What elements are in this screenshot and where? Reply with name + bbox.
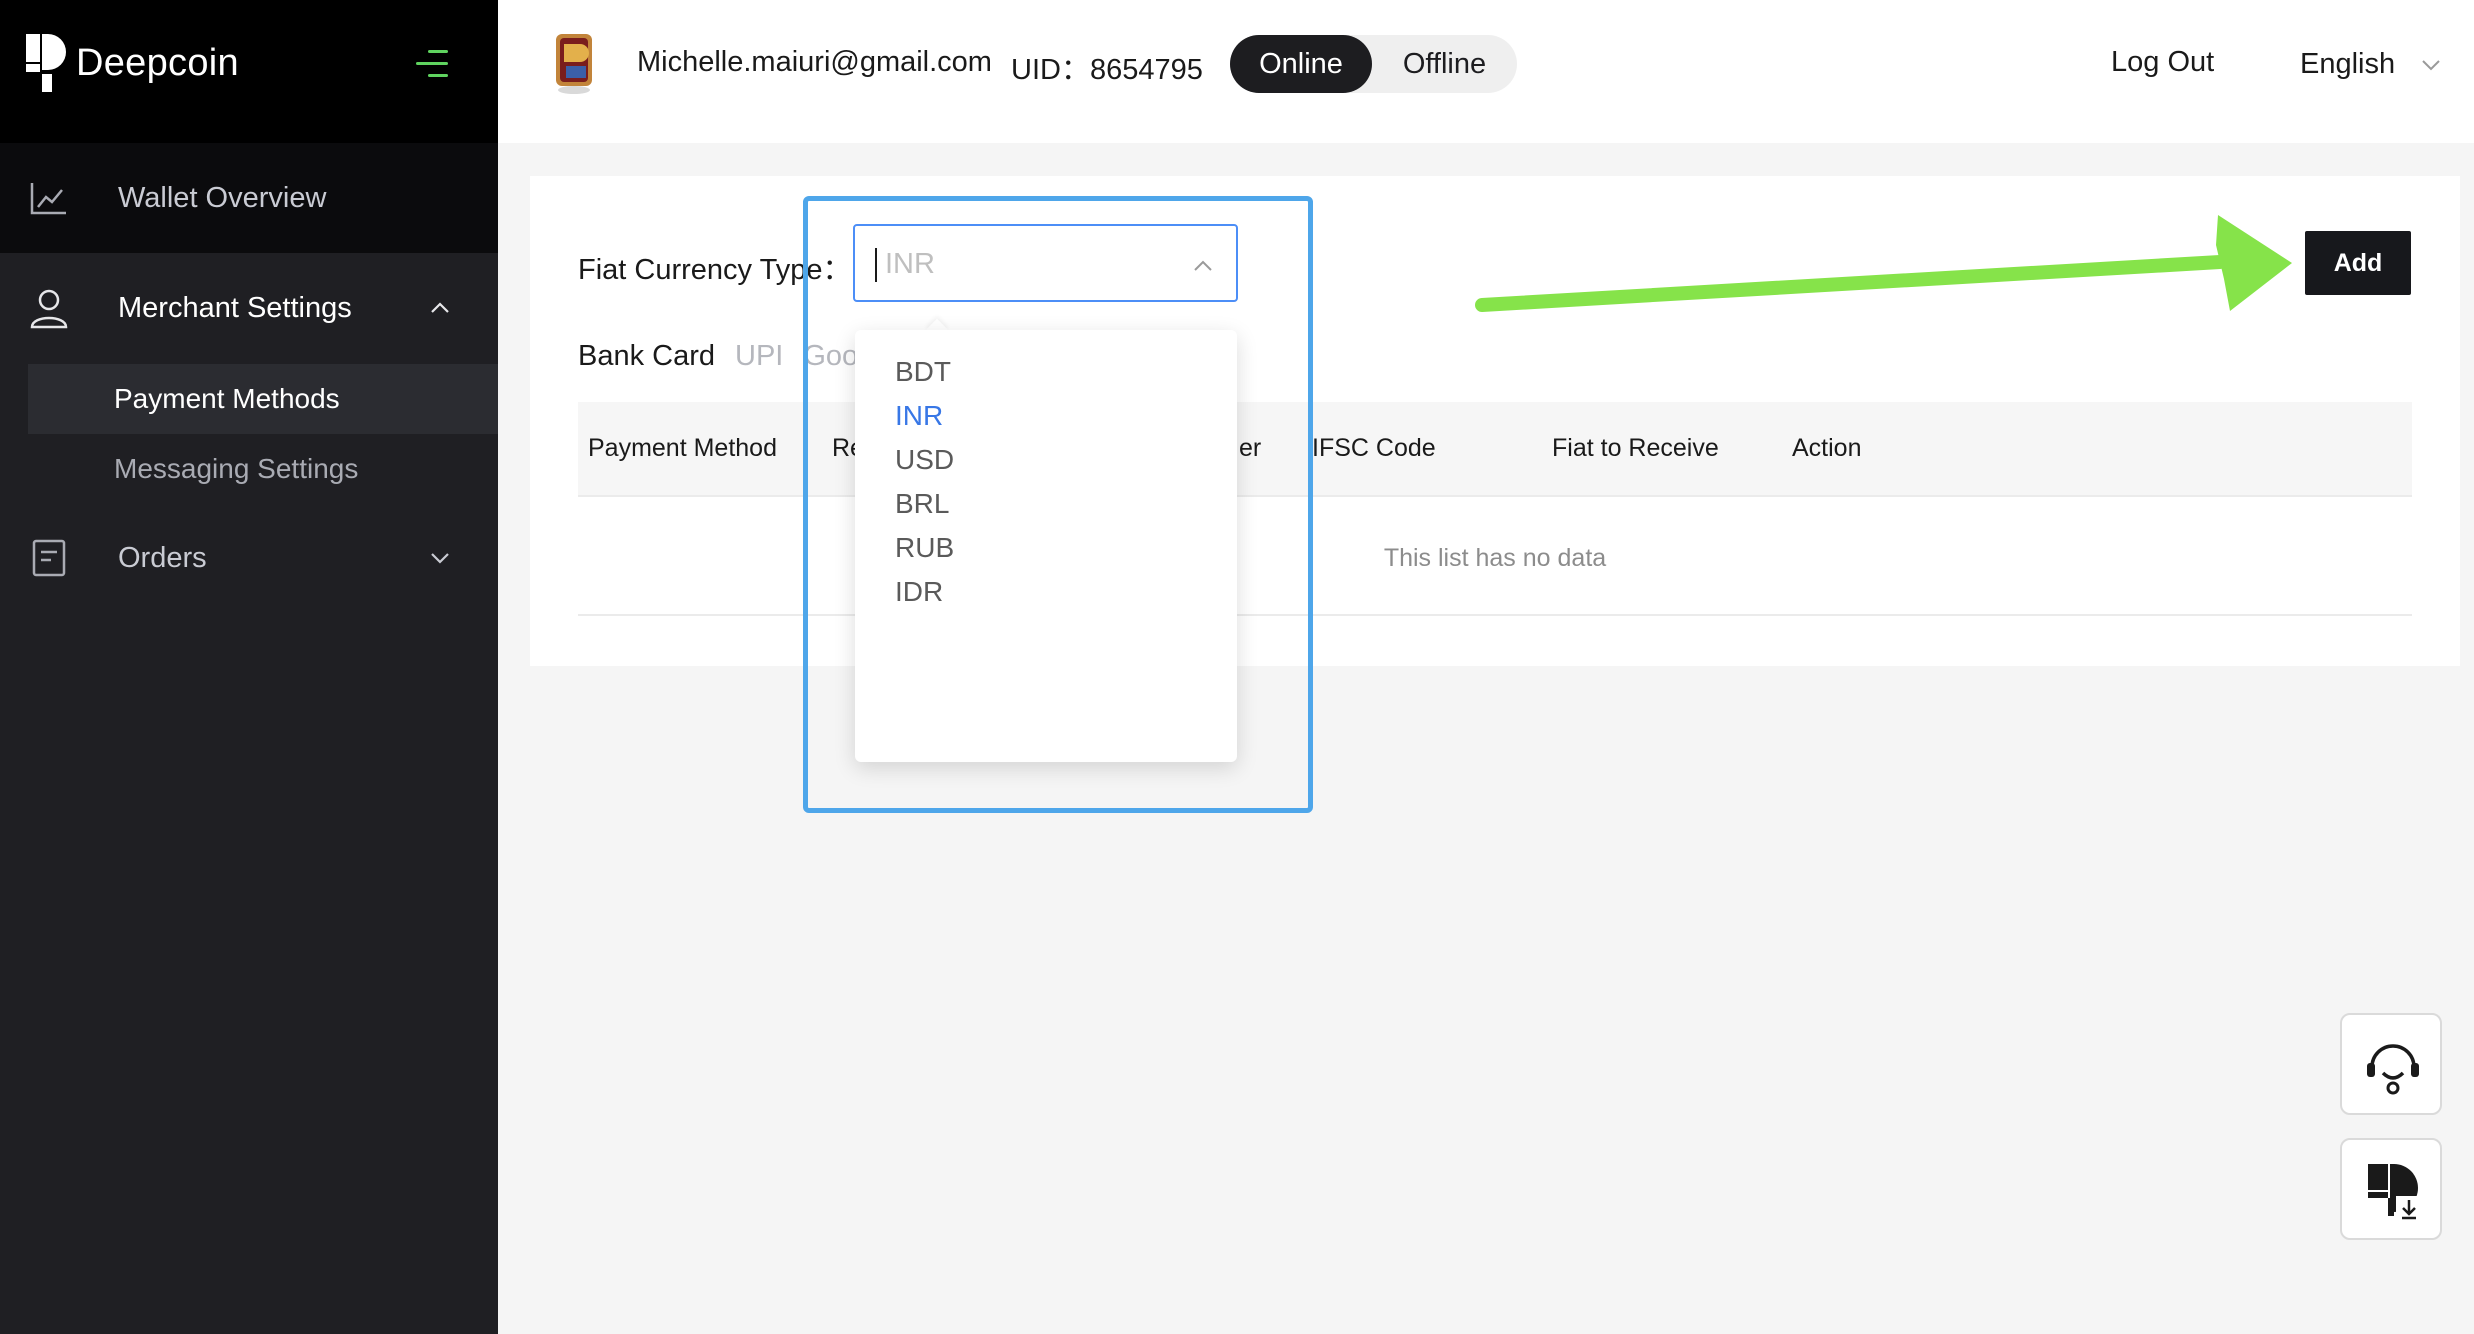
fiat-currency-value: INR [885,248,935,280]
sidebar-item-label: Wallet Overview [118,181,327,214]
fiat-currency-label: Fiat Currency Type： [578,254,852,286]
table-empty-state: This list has no data [578,500,2412,616]
chevron-down-icon [2422,59,2440,70]
app-download-icon [2368,1164,2422,1222]
avatar[interactable] [550,30,598,96]
language-label: English [2300,48,2396,80]
add-button[interactable]: Add [2305,231,2411,295]
online-status-toggle: Online Offline [1230,35,1517,93]
sidebar-item-messaging-settings[interactable]: Messaging Settings [28,434,498,504]
payment-type-tabs: Bank Card UPI Goo [578,340,878,373]
column-header: Fiat to Receive [1552,434,1719,462]
currency-option[interactable]: USD [895,444,954,476]
currency-option[interactable]: BDT [895,356,951,388]
currency-option[interactable]: BRL [895,488,949,520]
table-header: Payment Method Re er IFSC Code Fiat to R… [578,402,2412,497]
sidebar: Deepcoin Wallet Overview Merchant Settin… [0,0,498,1334]
brand-name: Deepcoin [76,41,239,84]
column-header: Action [1792,434,1862,462]
chevron-up-icon [431,302,449,313]
currency-option-selected[interactable]: INR [895,400,943,432]
online-button[interactable]: Online [1230,35,1372,93]
sidebar-item-label: Orders [118,541,207,574]
sidebar-item-orders[interactable]: Orders [0,503,498,613]
chevron-down-icon [431,553,449,564]
currency-dropdown: BDT INR USD BRL RUB IDR [855,330,1237,762]
column-header: er [1239,434,1262,462]
sidebar-item-payment-methods[interactable]: Payment Methods [28,364,498,434]
user-uid: UID：8654795 [1011,54,1203,86]
tab-google-pay[interactable]: Goo [803,340,858,373]
currency-option[interactable]: RUB [895,532,954,564]
logout-link[interactable]: Log Out [2111,46,2214,79]
customer-support-button[interactable] [2340,1013,2442,1115]
text-cursor [875,248,877,282]
sidebar-item-merchant-settings[interactable]: Merchant Settings [0,253,498,363]
app-download-button[interactable] [2340,1138,2442,1240]
empty-message: This list has no data [1383,544,1607,572]
headset-icon [2367,1044,2419,1095]
document-icon [32,539,66,577]
currency-option[interactable]: IDR [895,576,943,608]
chevron-up-icon [1194,260,1212,271]
sidebar-item-label: Payment Methods [114,383,340,414]
chart-line-icon [30,183,66,215]
column-header: IFSC Code [1312,434,1436,462]
deepcoin-logo-icon [26,34,66,92]
logo[interactable]: Deepcoin [26,34,239,92]
column-header: Payment Method [588,434,777,462]
sidebar-item-label: Merchant Settings [118,291,352,324]
fiat-currency-select[interactable]: INR [853,224,1238,302]
logo-bar: Deepcoin [0,0,498,143]
offline-button[interactable]: Offline [1372,35,1517,93]
tab-bank-card[interactable]: Bank Card [578,340,715,373]
user-icon [30,289,68,329]
tab-upi[interactable]: UPI [735,340,783,373]
sidebar-item-label: Messaging Settings [114,453,359,484]
user-email: Michelle.maiuri@gmail.com [637,46,992,78]
sidebar-item-wallet-overview[interactable]: Wallet Overview [0,143,498,253]
language-selector[interactable]: English [2300,48,2443,81]
menu-toggle-icon[interactable] [414,48,450,80]
